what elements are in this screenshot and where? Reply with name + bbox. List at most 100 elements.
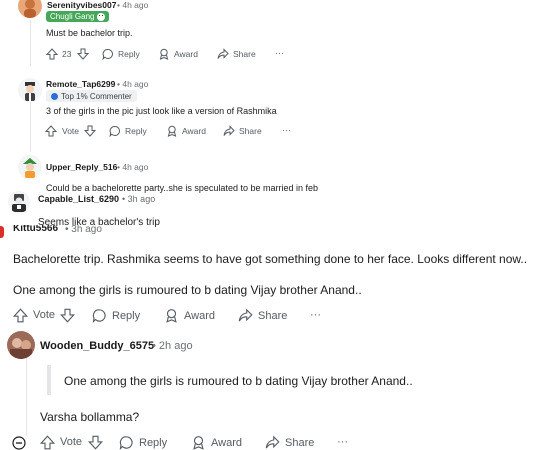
user-flair: Chugli Gang [46,11,110,22]
thread-line [30,20,31,66]
username[interactable]: Serenityvibes007 [47,0,116,10]
award-label: Award [211,436,242,449]
comment-body: Varsha bollamma? [40,410,140,424]
upvote-button[interactable] [40,435,55,450]
reply-icon [119,436,133,450]
username[interactable]: Capable_List_6290 [38,194,119,204]
more-options-button[interactable]: ··· [337,436,348,448]
downvote-button[interactable] [88,435,103,450]
share-label: Share [285,436,315,449]
comment-body: One among the girls is rumoured to b dat… [13,283,362,297]
comment-time: • 3h ago [65,224,102,235]
share-icon [217,48,229,59]
avatar[interactable] [18,155,42,179]
share-label: Share [233,49,256,59]
avatar[interactable] [18,0,42,18]
avatar[interactable] [7,331,35,359]
separator: • [122,194,126,204]
thread-line [26,355,27,435]
separator: • [65,224,69,235]
comment-time: • 2h ago [152,340,193,352]
reply-label: Reply [112,309,141,322]
collapse-thread-button[interactable] [12,436,26,450]
reply-button[interactable]: Reply [92,308,140,323]
share-icon [238,308,253,322]
downvote-icon [60,308,75,323]
more-options-button[interactable]: ··· [282,125,291,135]
award-button[interactable]: Award [158,48,198,60]
share-button[interactable]: Share [238,308,287,323]
share-label: Share [258,309,288,322]
vote-count: 23 [62,49,72,59]
downvote-button[interactable] [60,308,75,323]
award-icon [167,125,177,137]
comment-body: 3 of the girls in the pic just look like… [46,106,277,116]
quoted-text: One among the girls is rumoured to b dat… [64,374,413,388]
separator: • [117,79,120,89]
vote-label: Vote [33,309,56,321]
share-button[interactable]: Share [223,125,262,137]
username[interactable]: Wooden_Buddy_6575 [40,340,154,352]
upvote-button[interactable] [45,125,57,137]
more-options-button[interactable]: ··· [275,48,284,58]
flair-label: Top 1% Commenter [61,91,132,101]
upvote-button[interactable] [13,308,28,323]
user-flair: Top 1% Commenter [46,90,137,102]
upvote-icon [46,48,58,60]
quote-bar [47,365,51,395]
timestamp: 4h ago [122,0,149,10]
award-button[interactable]: Award [166,125,206,137]
avatar[interactable] [8,191,30,213]
reply-button[interactable]: Reply [119,435,167,450]
collapse-icon [12,436,26,450]
downvote-icon [77,48,89,60]
username[interactable]: Upper_Reply_516 [46,162,117,172]
timestamp: 4h ago [122,79,149,89]
downvote-icon [84,125,96,137]
timestamp: 3h ago [127,194,156,204]
reply-button[interactable]: Reply [109,125,147,137]
award-icon [166,309,177,323]
avatar[interactable] [18,78,42,102]
reply-icon [102,49,113,60]
award-label: Award [182,126,206,136]
award-button[interactable]: Award [191,435,242,450]
username[interactable]: Remote_Tap6299 [46,79,115,89]
flair-emoji-icon [97,12,106,21]
comment-time: • 4h ago [117,162,148,172]
share-icon [223,125,235,136]
comment-body: Bachelorette trip. Rashmika seems to hav… [13,252,528,266]
more-options-button[interactable]: ··· [310,309,321,321]
reply-label: Reply [118,49,140,59]
share-icon [265,435,280,449]
award-button[interactable]: Award [164,308,215,323]
reply-label: Reply [139,436,168,449]
share-label: Share [239,126,262,136]
username[interactable]: Kittu5566 [13,225,58,233]
award-icon [159,48,169,60]
comment-body: Must be bachelor trip. [46,28,133,38]
reply-button[interactable]: Reply [102,48,140,60]
downvote-icon [88,435,103,450]
top-commenter-icon [51,92,58,100]
reply-icon [92,309,106,323]
vote-label: Vote [60,436,83,448]
separator: • [117,162,120,172]
upvote-button[interactable] [46,48,58,60]
share-button[interactable]: Share [265,435,314,450]
flair-label: Chugli Gang [50,12,95,21]
award-icon [193,436,204,450]
thread-line [30,102,31,152]
upvote-icon [40,435,55,450]
downvote-button[interactable] [77,48,89,60]
timestamp: 3h ago [71,224,102,235]
timestamp: 4h ago [122,162,149,172]
upvote-icon [13,308,28,323]
downvote-button[interactable] [84,125,96,137]
separator: • [117,0,120,10]
share-button[interactable]: Share [217,48,256,60]
upvote-icon [45,125,57,137]
timestamp: 2h ago [158,340,193,352]
award-label: Award [174,49,198,59]
comment-time: • 4h ago [117,0,148,10]
